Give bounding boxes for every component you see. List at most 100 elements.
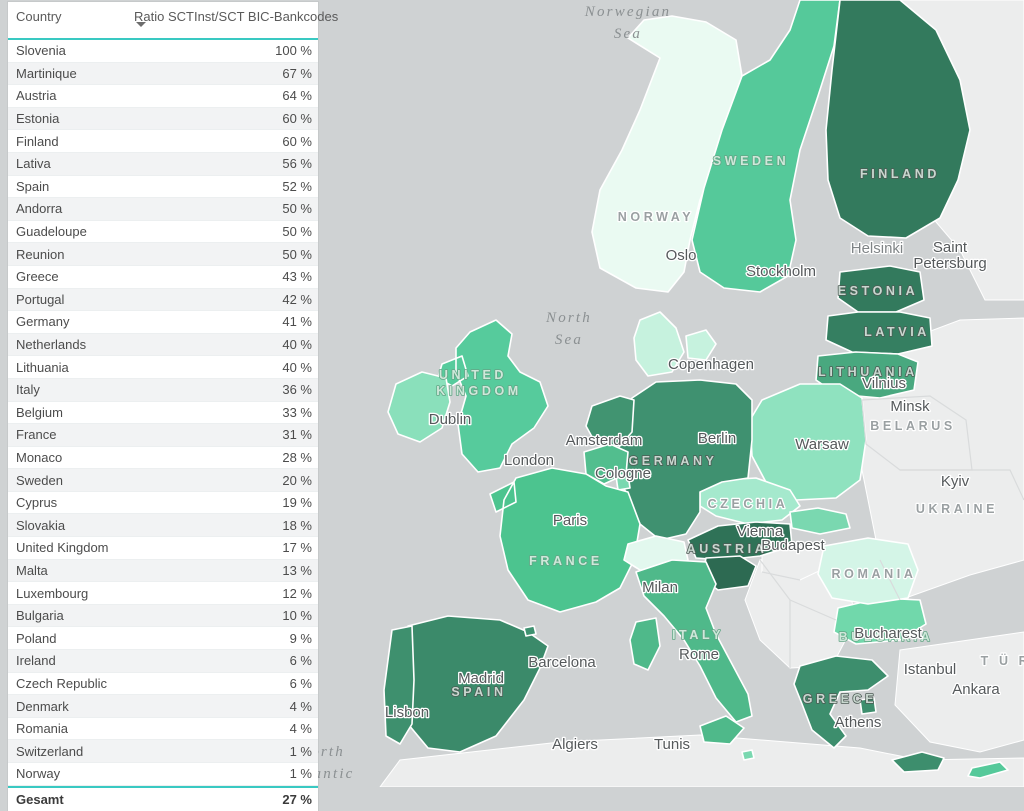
cell-country: France: [16, 427, 57, 443]
sort-descending-icon[interactable]: [136, 22, 146, 27]
city-label-petersburg: Petersburg: [913, 255, 986, 272]
table-row[interactable]: Malta 13 %: [8, 559, 318, 583]
cell-ratio: 67 %: [282, 65, 312, 81]
city-label-algiers: Algiers: [552, 736, 598, 753]
table-row[interactable]: Netherlands 40 %: [8, 333, 318, 357]
cell-ratio: 40 %: [282, 359, 312, 375]
table-row[interactable]: Lativa 56 %: [8, 152, 318, 176]
country-label-turkiye: T Ü R: [981, 653, 1024, 668]
table-row[interactable]: United Kingdom 17 %: [8, 537, 318, 560]
cell-country: Cyprus: [16, 495, 58, 511]
table-row[interactable]: Italy 36 %: [8, 378, 318, 402]
table-row[interactable]: Spain 52 %: [8, 175, 318, 199]
sea-label: Sea: [614, 26, 642, 42]
table-row[interactable]: Denmark 4 %: [8, 695, 318, 718]
table-row[interactable]: Slovenia 100 %: [8, 40, 318, 63]
cell-ratio: 28 %: [282, 449, 312, 465]
city-label-dublin: Dublin: [429, 411, 472, 428]
cell-ratio: 18 %: [282, 517, 312, 533]
cell-ratio: 36 %: [282, 382, 312, 398]
cell-ratio: 20 %: [282, 472, 312, 488]
table-row[interactable]: Czech Republic 6 %: [8, 672, 318, 696]
cell-country: Bulgaria: [16, 608, 64, 624]
table-row[interactable]: Greece 43 %: [8, 265, 318, 289]
cell-ratio: 4 %: [289, 698, 312, 714]
country-label-norway: NORWAY: [618, 210, 694, 224]
country-label-czechia: CZECHIA: [708, 497, 789, 511]
country-label-finland: FINLAND: [860, 167, 940, 181]
cell-country: Reunion: [16, 246, 65, 262]
cell-ratio: 50 %: [282, 224, 312, 240]
table-row[interactable]: Austria 64 %: [8, 85, 318, 108]
total-value: 27 %: [282, 791, 312, 807]
table-row[interactable]: Germany 41 %: [8, 311, 318, 334]
cell-country: Slovenia: [16, 43, 66, 59]
cell-ratio: 9 %: [289, 630, 312, 646]
column-header-ratio[interactable]: Ratio SCTInst/SCT BIC-Bankcodes: [126, 2, 344, 27]
table-row[interactable]: Martinique 67 %: [8, 62, 318, 86]
city-label-barcelona: Barcelona: [528, 654, 596, 671]
cell-country: Germany: [16, 314, 70, 330]
cell-ratio: 50 %: [282, 201, 312, 217]
table-row[interactable]: Finland 60 %: [8, 130, 318, 153]
country-label-kingdom: KINGDOM: [436, 384, 522, 398]
cell-ratio: 64 %: [282, 88, 312, 104]
cell-country: Finland: [16, 133, 59, 149]
cell-country: Norway: [16, 766, 61, 782]
table-row[interactable]: Romania 4 %: [8, 717, 318, 741]
cell-country: Estonia: [16, 111, 60, 127]
cell-ratio: 50 %: [282, 246, 312, 262]
cell-country: United Kingdom: [16, 540, 109, 556]
city-label-istanbul: Istanbul: [904, 661, 957, 678]
country-label-estonia: ESTONIA: [838, 284, 919, 298]
table-row[interactable]: France 31 %: [8, 424, 318, 447]
table-row[interactable]: Slovakia 18 %: [8, 514, 318, 538]
city-label-london: London: [504, 452, 554, 469]
cell-ratio: 13 %: [282, 562, 312, 578]
city-label-helsinki: Helsinki: [851, 240, 904, 257]
column-header-country[interactable]: Country: [8, 2, 126, 25]
table-row[interactable]: Guadeloupe 50 %: [8, 220, 318, 244]
table-row[interactable]: Ireland 6 %: [8, 650, 318, 673]
sea-label: North: [545, 310, 592, 326]
country-label-italy: ITALY: [672, 628, 724, 642]
table-row[interactable]: Monaco 28 %: [8, 446, 318, 470]
cell-country: Spain: [16, 178, 50, 194]
table-row[interactable]: Poland 9 %: [8, 627, 318, 651]
country-label-france: FRANCE: [529, 554, 603, 568]
country-shape-andorra[interactable]: [523, 625, 537, 637]
country-label-spain: SPAIN: [451, 685, 506, 699]
table-row[interactable]: Switzerland 1 %: [8, 740, 318, 763]
cell-ratio: 1 %: [289, 766, 312, 782]
city-label-saint: Saint: [933, 239, 968, 256]
cell-ratio: 6 %: [289, 653, 312, 669]
table-row[interactable]: Lithuania 40 %: [8, 356, 318, 379]
cell-country: Italy: [16, 382, 40, 398]
cell-ratio: 41 %: [282, 314, 312, 330]
city-label-berlin: Berlin: [698, 430, 736, 447]
table-row[interactable]: Reunion 50 %: [8, 243, 318, 266]
country-shape-malta[interactable]: [741, 749, 755, 761]
table-row[interactable]: Estonia 60 %: [8, 107, 318, 131]
cell-country: Malta: [16, 562, 48, 578]
city-label-oslo: Oslo: [666, 247, 697, 264]
table-row[interactable]: Cyprus 19 %: [8, 491, 318, 515]
country-label-romania: ROMANIA: [832, 567, 917, 581]
table-body[interactable]: Slovenia 100 % Martinique 67 % Austria 64 % Es…: [8, 40, 318, 786]
table-row[interactable]: Luxembourg 12 %: [8, 582, 318, 605]
country-label-sweden: SWEDEN: [713, 154, 789, 168]
cell-country: Austria: [16, 88, 57, 104]
cell-ratio: 19 %: [282, 495, 312, 511]
table-row[interactable]: Bulgaria 10 %: [8, 604, 318, 628]
report-canvas: Norwegian Sea North Sea North Atlantic N…: [0, 0, 1024, 811]
table-row[interactable]: Portugal 42 %: [8, 288, 318, 312]
cell-country: Czech Republic: [16, 675, 108, 691]
table-row[interactable]: Norway 1 %: [8, 763, 318, 786]
ratio-table-visual[interactable]: Country Ratio SCTInst/SCT BIC-Bankcodes …: [8, 2, 338, 811]
cell-ratio: 6 %: [289, 675, 312, 691]
table-row[interactable]: Andorra 50 %: [8, 198, 318, 221]
city-label-copenhagen: Copenhagen: [668, 356, 754, 373]
table-row[interactable]: Belgium 33 %: [8, 401, 318, 425]
cell-country: Sweden: [16, 472, 63, 488]
table-row[interactable]: Sweden 20 %: [8, 469, 318, 492]
